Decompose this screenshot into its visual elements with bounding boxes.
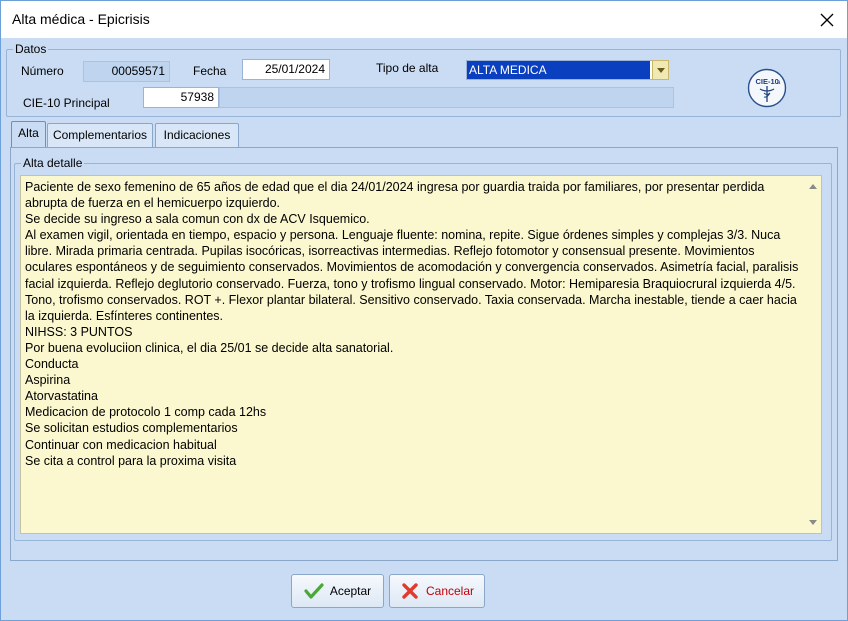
datos-legend: Datos — [13, 42, 49, 56]
chevron-down-icon — [656, 67, 665, 73]
scroll-up-button[interactable] — [804, 178, 821, 195]
tipo-alta-value: ALTA MEDICA — [467, 61, 650, 79]
cancel-button[interactable]: Cancelar — [389, 574, 485, 608]
cross-icon — [402, 583, 418, 599]
cie-description-field — [219, 87, 674, 108]
memo-scrollbar[interactable] — [804, 176, 821, 533]
close-button[interactable] — [812, 7, 842, 33]
checkmark-icon — [304, 583, 324, 599]
cie-code-field[interactable]: 57938 — [143, 87, 219, 108]
cie-icon-text: CIE-10 — [756, 77, 779, 86]
tipo-alta-dropdown-button[interactable] — [652, 60, 669, 80]
cie-label: CIE-10 Principal — [23, 96, 110, 110]
accept-button-label: Aceptar — [329, 584, 372, 598]
tab-indicaciones[interactable]: Indicaciones — [155, 123, 239, 147]
cancel-button-label: Cancelar — [425, 584, 475, 598]
title-bar: Alta médica - Epicrisis — [1, 1, 847, 38]
fecha-field[interactable]: 25/01/2024 — [242, 59, 330, 80]
cie-lookup-button[interactable]: CIE-10 a — [747, 68, 787, 108]
close-icon — [820, 13, 834, 27]
numero-field: 00059571 — [83, 61, 170, 82]
alta-detalle-legend: Alta detalle — [21, 156, 85, 170]
alta-detalle-textarea[interactable]: Paciente de sexo femenino de 65 años de … — [20, 175, 822, 534]
tab-complementarios[interactable]: Complementarios — [47, 123, 153, 147]
fecha-label: Fecha — [193, 64, 227, 78]
numero-label: Número — [21, 64, 64, 78]
alta-detalle-text: Paciente de sexo femenino de 65 años de … — [25, 180, 799, 468]
chevron-down-icon — [808, 520, 817, 525]
accept-button[interactable]: Aceptar — [291, 574, 384, 608]
scroll-down-button[interactable] — [804, 514, 821, 531]
caduceus-icon: CIE-10 a — [747, 68, 787, 108]
tab-alta[interactable]: Alta — [11, 121, 46, 148]
tipo-alta-label: Tipo de alta — [376, 61, 439, 75]
tipo-alta-select[interactable]: ALTA MEDICA — [466, 60, 669, 80]
dialog-window: Alta médica - Epicrisis Datos Número 000… — [0, 0, 848, 621]
window-title: Alta médica - Epicrisis — [12, 11, 150, 27]
chevron-up-icon — [808, 184, 817, 189]
